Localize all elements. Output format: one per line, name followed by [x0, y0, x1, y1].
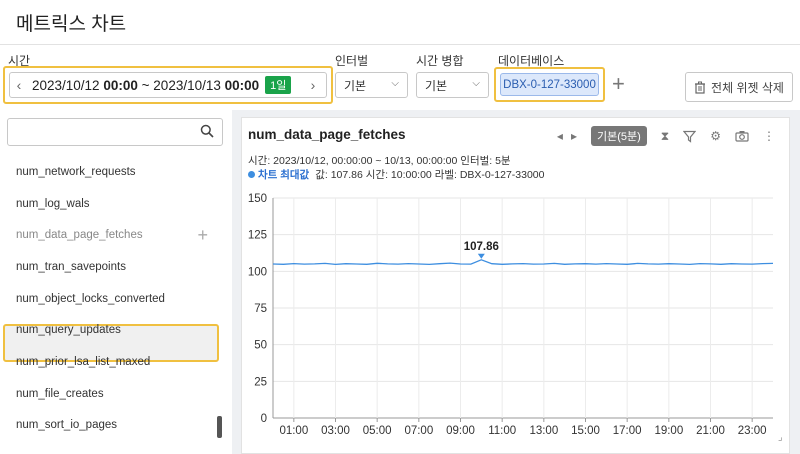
- interval-label: 인터벌: [335, 54, 369, 68]
- hourglass-icon[interactable]: ⧗: [661, 129, 669, 144]
- metric-item[interactable]: num_object_locks_converted: [0, 283, 232, 315]
- metric-item-label: num_file_creates: [16, 387, 104, 400]
- line-chart[interactable]: 0 25 50 75 100 125 150 01:00 03:00 05:00 07:00 09:0…: [241, 186, 790, 454]
- y-tick-label: 75: [254, 303, 267, 315]
- delete-all-label: 전체 위젯 삭제: [711, 80, 784, 95]
- x-tick-label: 19:00: [654, 425, 683, 437]
- y-tick-label: 0: [261, 413, 267, 425]
- y-tick-label: 100: [248, 266, 267, 278]
- metric-item[interactable]: num_query_updates: [0, 314, 232, 346]
- time-range-picker[interactable]: ‹ 2023/10/12 00:00 ~ 2023/10/13 00:00 1일…: [9, 72, 327, 98]
- y-tick-label: 125: [248, 230, 267, 242]
- legend-dot-icon: [248, 171, 255, 178]
- metric-search-input[interactable]: [7, 118, 223, 146]
- y-tick-label: 25: [254, 376, 267, 388]
- range-badge: 1일: [265, 76, 292, 94]
- database-chip[interactable]: DBX-0-127-33000: [500, 73, 599, 96]
- metric-item[interactable]: num_file_creates: [0, 378, 232, 410]
- widget-info: 시간: 2023/10/12, 00:00:00 ~ 10/13, 00:00:…: [248, 155, 511, 167]
- y-tick-label: 150: [248, 193, 267, 205]
- metric-item[interactable]: num_sort_io_pages: [0, 410, 232, 442]
- add-metric-icon[interactable]: +: [197, 225, 208, 246]
- x-tick-label: 07:00: [404, 425, 433, 437]
- metric-item[interactable]: num_data_page_fetches +: [0, 219, 232, 251]
- trash-icon: [695, 81, 706, 94]
- chevron-down-icon: ⌵: [472, 78, 480, 89]
- database-highlight: DBX-0-127-33000: [494, 67, 605, 102]
- metric-list: num_network_requests num_log_wals num_data…: [0, 156, 232, 441]
- series-line: [272, 259, 774, 266]
- add-database-icon[interactable]: +: [612, 72, 625, 96]
- x-tick-label: 15:00: [571, 425, 600, 437]
- time-range-text[interactable]: 2023/10/12 00:00 ~ 2023/10/13 00:00: [32, 78, 259, 93]
- metric-item-label: num_log_wals: [16, 197, 90, 210]
- next-icon[interactable]: ▸: [571, 129, 577, 143]
- filter-icon[interactable]: [683, 130, 697, 143]
- page-title: 메트릭스 차트: [16, 14, 127, 35]
- x-tick-label: 13:00: [529, 425, 558, 437]
- x-tick-label: 21:00: [696, 425, 725, 437]
- merge-select[interactable]: 기본 ⌵: [416, 72, 489, 98]
- chevron-down-icon: ⌵: [391, 78, 399, 89]
- x-tick-label: 17:00: [613, 425, 642, 437]
- delete-all-widgets-button[interactable]: 전체 위젯 삭제: [685, 72, 793, 102]
- more-menu-icon[interactable]: ⋮: [763, 129, 775, 143]
- header-divider: [0, 44, 800, 45]
- gear-icon[interactable]: ⚙: [710, 129, 721, 143]
- metric-item[interactable]: num_network_requests: [0, 156, 232, 188]
- metric-item-label: num_data_page_fetches: [16, 229, 143, 242]
- interval-select[interactable]: 기본 ⌵: [335, 72, 408, 98]
- widget-toolbar: ◂ ▸ 기본(5분) ⧗ ⚙ ⋮: [557, 126, 775, 146]
- x-tick-label: 03:00: [321, 425, 350, 437]
- metric-item-label: num_tran_savepoints: [16, 260, 126, 273]
- metric-item-label: num_prior_lsa_list_maxed: [16, 355, 151, 368]
- resize-handle-icon[interactable]: ⌟: [778, 432, 783, 443]
- max-value-label: 107.86: [464, 241, 499, 253]
- metric-item-label: num_query_updates: [16, 324, 121, 337]
- x-tick-label: 09:00: [446, 425, 475, 437]
- max-marker: [477, 253, 485, 259]
- metric-item-label: num_network_requests: [16, 165, 136, 178]
- legend-detail: 값: 107.86 시간: 10:00:00 라벨: DBX-0-127-330…: [315, 169, 545, 181]
- metric-sidebar: num_network_requests num_log_wals num_data…: [0, 110, 232, 454]
- camera-icon[interactable]: [735, 130, 749, 142]
- x-tick-label: 05:00: [363, 425, 392, 437]
- metric-item[interactable]: num_tran_savepoints: [0, 251, 232, 283]
- chevron-right-icon[interactable]: ›: [304, 77, 322, 93]
- x-tick-label: 01:00: [279, 425, 308, 437]
- legend-label: 차트 최대값: [258, 169, 310, 181]
- time-range-highlight: ‹ 2023/10/12 00:00 ~ 2023/10/13 00:00 1일…: [3, 66, 333, 104]
- metric-item[interactable]: num_log_wals: [0, 188, 232, 220]
- x-tick-label: 11:00: [488, 425, 516, 437]
- mode-chip[interactable]: 기본(5분): [590, 126, 647, 146]
- widget-legend: 차트 최대값 값: 107.86 시간: 10:00:00 라벨: DBX-0-1…: [248, 167, 544, 182]
- x-tick-label: 23:00: [738, 425, 767, 437]
- metric-item[interactable]: num_prior_lsa_list_maxed: [0, 346, 232, 378]
- scrollbar-thumb[interactable]: [217, 416, 222, 438]
- prev-icon[interactable]: ◂: [557, 129, 563, 143]
- chevron-left-icon[interactable]: ‹: [10, 77, 28, 93]
- search-icon[interactable]: [200, 124, 214, 138]
- y-tick-label: 50: [254, 340, 267, 352]
- merge-label: 시간 병합: [416, 54, 464, 68]
- widget-title: num_data_page_fetches: [248, 127, 406, 142]
- metric-item-label: num_sort_io_pages: [16, 419, 118, 432]
- metric-item-label: num_object_locks_converted: [16, 292, 165, 305]
